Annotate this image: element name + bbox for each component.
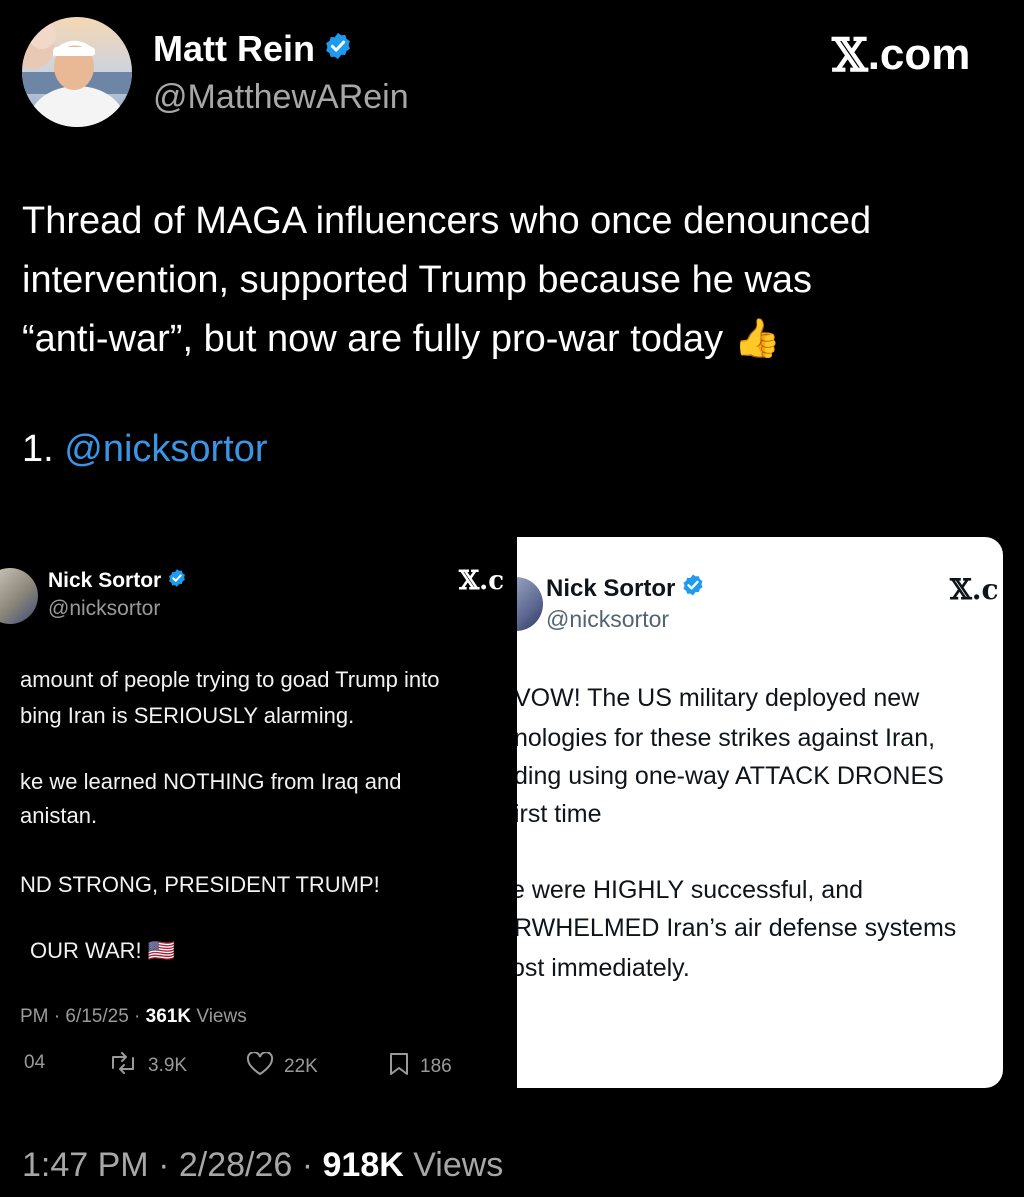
embed-text-line: RWHELMED Iran’s air defense systems: [517, 914, 957, 942]
profile-photo: [22, 17, 132, 127]
embedded-screenshot-right[interactable]: Nick Sortor @nicksortor 𝕏.c VOW! The US …: [517, 537, 1003, 1088]
verified-badge-icon: [167, 568, 187, 594]
bookmark-count: 186: [420, 1056, 452, 1077]
embed-text-line: nologies for these strikes against Iran,: [517, 724, 936, 752]
embed-text-line: anistan.: [20, 803, 98, 828]
embed-avatar: [517, 577, 543, 631]
embed-avatar: [0, 568, 38, 624]
author-avatar[interactable]: [22, 17, 132, 127]
embed-timestamp: PM · 6/15/25 · 361K Views: [20, 1006, 247, 1028]
x-com-logo: 𝕏.c: [459, 565, 504, 596]
embed-views-label: Views: [191, 1006, 247, 1027]
embed-reply-count: 04: [24, 1052, 45, 1074]
tweet-timestamp[interactable]: 1:47 PM · 2/28/26 · 918K Views: [22, 1146, 503, 1185]
embed-text-line: ding using one-way ATTACK DRONES: [517, 762, 944, 790]
embed-text-line: VOW! The US military deployed new: [517, 684, 920, 712]
embed-author-name-text: Nick Sortor: [546, 574, 676, 602]
tweet-view-count: 918K: [322, 1146, 404, 1184]
embed-author-name-text: Nick Sortor: [48, 569, 162, 592]
embed-like-stat: 22K: [246, 1051, 318, 1082]
tweet-time: 1:47 PM · 2/28/26 ·: [22, 1146, 323, 1184]
embed-bookmark-stat: 186: [388, 1052, 452, 1082]
x-com-logo: 𝕏 .com: [832, 28, 970, 82]
author-handle[interactable]: @MatthewARein: [153, 78, 409, 117]
x-logo-glyph: 𝕏: [832, 28, 868, 82]
embed-text-line: ND STRONG, PRESIDENT TRUMP!: [20, 872, 380, 897]
repost-count: 3.9K: [148, 1055, 188, 1076]
embedded-screenshot-left[interactable]: Nick Sortor @nicksortor 𝕏.c amount of pe…: [0, 540, 517, 1100]
embed-author-name: Nick Sortor: [48, 568, 187, 594]
embed-text-line: e were HIGHLY successful, and: [517, 876, 864, 904]
heart-icon: [246, 1051, 274, 1082]
embed-text-line: OUR WAR! 🇺🇸: [30, 938, 176, 963]
embed-view-count: 361K: [145, 1006, 192, 1027]
embed-text-line: amount of people trying to goad Trump in…: [20, 667, 440, 692]
embed-author-name: Nick Sortor: [546, 573, 705, 604]
tweet-views-label: Views: [403, 1146, 504, 1184]
thread-item: 1. @nicksortor: [22, 428, 268, 471]
embed-author-handle: @nicksortor: [48, 597, 161, 620]
tweet-line: Thread of MAGA influencers who once deno…: [22, 200, 872, 242]
embed-text-line: irst time: [517, 800, 602, 828]
x-logo-suffix: .com: [867, 30, 971, 79]
thread-number: 1.: [22, 428, 54, 470]
x-com-logo: 𝕏.c: [950, 573, 999, 606]
like-count: 22K: [284, 1056, 318, 1077]
tweet-line: “anti-war”, but now are fully pro-war to…: [22, 318, 782, 360]
author-name-text: Matt Rein: [153, 28, 315, 69]
repost-icon: [108, 1052, 138, 1080]
reply-count: 04: [24, 1052, 46, 1073]
embed-text-line: bing Iran is SERIOUSLY alarming.: [20, 703, 355, 728]
mention-link[interactable]: @nicksortor: [64, 428, 267, 470]
tweet-text: Thread of MAGA influencers who once deno…: [22, 192, 1012, 369]
embed-repost-stat: 3.9K: [108, 1052, 187, 1080]
verified-badge-icon: [323, 28, 353, 70]
embed-text-line: ke we learned NOTHING from Iraq and: [20, 769, 402, 794]
embed-author-handle: @nicksortor: [546, 606, 670, 632]
x-logo-glyph: 𝕏.c: [950, 573, 999, 606]
bookmark-icon: [388, 1052, 410, 1082]
embed-time: PM · 6/15/25 ·: [20, 1006, 146, 1027]
embed-text-line: ost immediately.: [517, 954, 690, 982]
x-logo-glyph: 𝕏.c: [459, 566, 505, 596]
author-name[interactable]: Matt Rein: [153, 28, 353, 70]
tweet-line: intervention, supported Trump because he…: [22, 259, 813, 301]
verified-badge-icon: [681, 573, 705, 604]
